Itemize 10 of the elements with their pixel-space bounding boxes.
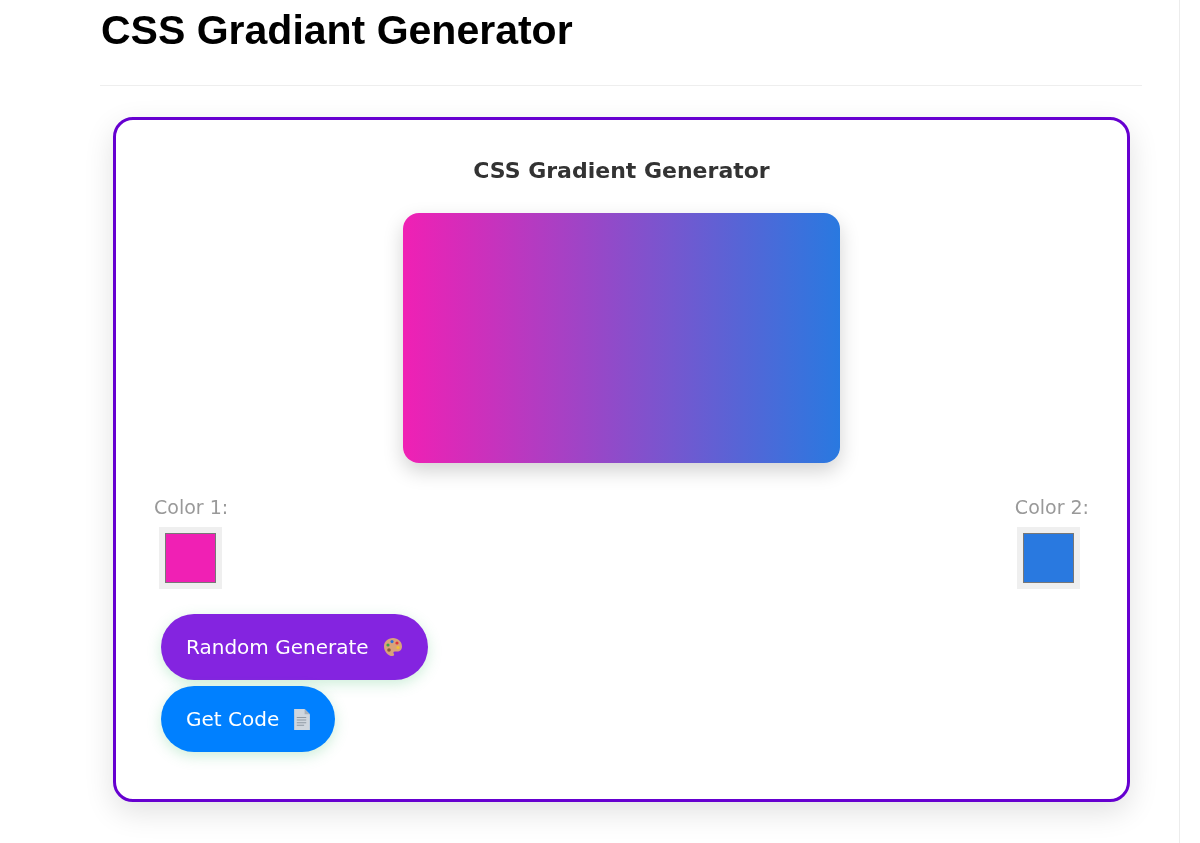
get-code-button[interactable]: Get Code — [161, 686, 336, 752]
color-input[interactable] — [1017, 527, 1080, 589]
color-input[interactable] — [159, 527, 222, 589]
page-title: CSS Gradiant Generator — [100, 6, 573, 53]
color-label: Color 2: — [1014, 495, 1089, 519]
random-generate-button[interactable]: Random Generate — [161, 614, 428, 680]
palette-icon — [382, 637, 403, 657]
card-title: CSS Gradient Generator — [473, 157, 770, 185]
color-label: Color 1: — [154, 495, 229, 519]
document-icon — [293, 708, 311, 730]
